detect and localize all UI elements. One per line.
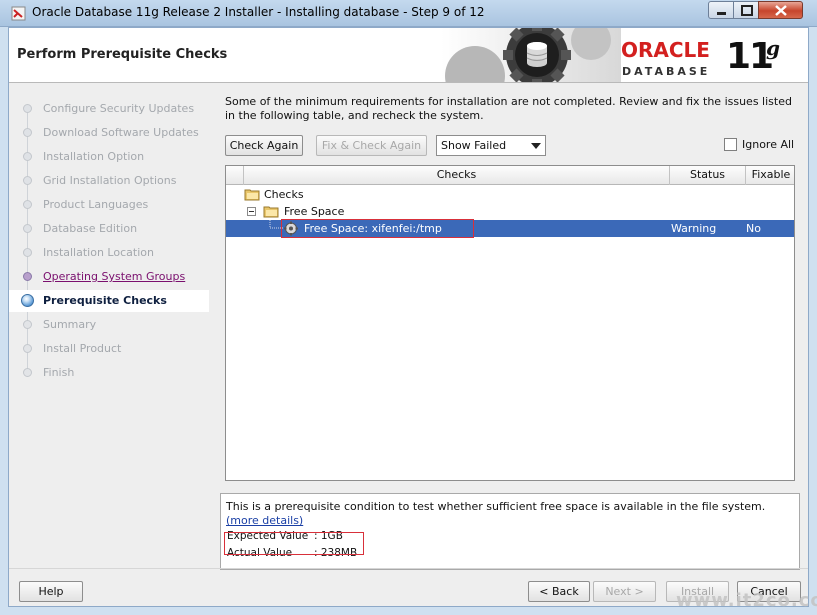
- check-again-button[interactable]: Check Again: [225, 135, 303, 156]
- step-item-installation-location: Installation Location: [9, 242, 209, 264]
- details-text: This is a prerequisite condition to test…: [226, 500, 791, 528]
- back-label: < Back: [539, 585, 579, 598]
- ignore-all-checkbox[interactable]: [724, 138, 737, 151]
- step-label: Installation Location: [43, 246, 154, 259]
- window-title: Oracle Database 11g Release 2 Installer …: [32, 5, 485, 19]
- footer-separator: [9, 568, 808, 569]
- step-label: Download Software Updates: [43, 126, 199, 139]
- fix-and-check-again-button[interactable]: Fix & Check Again: [316, 135, 427, 156]
- step-label: Prerequisite Checks: [43, 294, 167, 307]
- show-filter-value: Show Failed: [441, 139, 507, 152]
- checks-folder-icon: [244, 189, 260, 201]
- instructions-text: Some of the minimum requirements for ins…: [225, 95, 792, 122]
- more-details-link[interactable]: (more details): [226, 514, 303, 527]
- step-label: Installation Option: [43, 150, 145, 163]
- annotation-highlight-box-values: [224, 532, 364, 555]
- step-dot-icon: [23, 320, 32, 329]
- check-again-label: Check Again: [229, 139, 299, 152]
- help-label: Help: [38, 585, 64, 598]
- step-dot-icon: [23, 128, 32, 137]
- check-item-fixable: No: [746, 222, 761, 235]
- step-item-installation-option: Installation Option: [9, 146, 209, 168]
- step-item-finish: Finish: [9, 362, 209, 384]
- step-item-download-software-updates: Download Software Updates: [9, 122, 209, 144]
- minimize-button[interactable]: [708, 1, 734, 19]
- check-item-status: Warning: [671, 222, 717, 235]
- step-label: Database Edition: [43, 222, 138, 235]
- database-gear-icon: [441, 28, 621, 82]
- step-dot-icon: [23, 344, 32, 353]
- close-icon: [775, 5, 787, 16]
- step-dot-icon: [23, 248, 32, 257]
- step-dot-icon: [23, 368, 32, 377]
- step-item-operating-system-groups[interactable]: Operating System Groups: [9, 266, 209, 288]
- title-bar: Oracle Database 11g Release 2 Installer …: [0, 0, 817, 27]
- oracle-installer-icon: [11, 6, 26, 21]
- checks-table: Checks Status Fixable Checks Free Space: [225, 165, 795, 481]
- tree-group-label: Free Space: [284, 205, 345, 218]
- step-item-grid-installation-options: Grid Installation Options: [9, 170, 209, 192]
- details-description: This is a prerequisite condition to test…: [226, 500, 766, 513]
- step-dot-icon: [23, 152, 32, 161]
- fix-and-check-again-label: Fix & Check Again: [321, 139, 422, 152]
- minimize-icon: [717, 12, 726, 15]
- tree-row-root[interactable]: Checks: [226, 186, 794, 203]
- annotation-highlight-box: [281, 219, 474, 238]
- step-label: Grid Installation Options: [43, 174, 177, 187]
- oracle-logo: ORACLE: [621, 38, 710, 62]
- page-title: Perform Prerequisite Checks: [17, 47, 228, 62]
- ignore-all-label: Ignore All: [742, 138, 795, 151]
- version-suffix: g: [766, 36, 780, 60]
- step-item-database-edition: Database Edition: [9, 218, 209, 240]
- back-button[interactable]: < Back: [528, 581, 590, 602]
- collapse-icon[interactable]: [247, 207, 256, 216]
- tree-row-free-space-group[interactable]: Free Space: [226, 203, 794, 220]
- chevron-down-icon: [531, 143, 541, 149]
- tree-root-label: Checks: [264, 188, 304, 201]
- next-button[interactable]: Next >: [593, 581, 656, 602]
- free-space-folder-icon: [263, 206, 279, 218]
- step-dot-icon: [23, 272, 32, 281]
- step-dot-icon: [23, 104, 32, 113]
- current-step-icon: [21, 294, 34, 307]
- step-dot-icon: [23, 224, 32, 233]
- close-window-button[interactable]: [758, 1, 803, 19]
- maximize-button[interactable]: [733, 1, 759, 19]
- header: Perform Prerequisite Checks ORACLE DATAB…: [9, 28, 808, 83]
- show-filter-select[interactable]: Show Failed: [436, 135, 546, 156]
- step-label: Product Languages: [43, 198, 149, 211]
- step-item-summary: Summary: [9, 314, 209, 336]
- table-header: Checks Status Fixable: [226, 166, 794, 185]
- next-label: Next >: [605, 585, 644, 598]
- step-item-install-product: Install Product: [9, 338, 209, 360]
- step-label: Finish: [43, 366, 75, 379]
- details-panel: This is a prerequisite condition to test…: [220, 493, 800, 570]
- step-dot-icon: [23, 200, 32, 209]
- step-item-configure-security-updates: Configure Security Updates: [9, 98, 209, 120]
- step-label[interactable]: Operating System Groups: [43, 270, 185, 283]
- column-header-status[interactable]: Status: [669, 166, 745, 185]
- step-item-prerequisite-checks: Prerequisite Checks: [9, 290, 209, 312]
- step-label: Summary: [43, 318, 97, 331]
- step-item-product-languages: Product Languages: [9, 194, 209, 216]
- database-wordmark: DATABASE: [622, 65, 711, 78]
- step-dot-icon: [23, 176, 32, 185]
- step-label: Install Product: [43, 342, 122, 355]
- watermark-text: www.it2co.com: [676, 590, 817, 611]
- help-button[interactable]: Help: [19, 581, 83, 602]
- step-label: Configure Security Updates: [43, 102, 195, 115]
- installer-frame: Perform Prerequisite Checks ORACLE DATAB…: [8, 27, 809, 607]
- column-header-fixable[interactable]: Fixable: [745, 166, 794, 185]
- maximize-icon: [741, 5, 753, 16]
- column-header-checks[interactable]: Checks: [243, 166, 669, 185]
- table-header-spacer: [226, 166, 243, 185]
- steps-panel: Configure Security Updates Download Softw…: [9, 84, 209, 559]
